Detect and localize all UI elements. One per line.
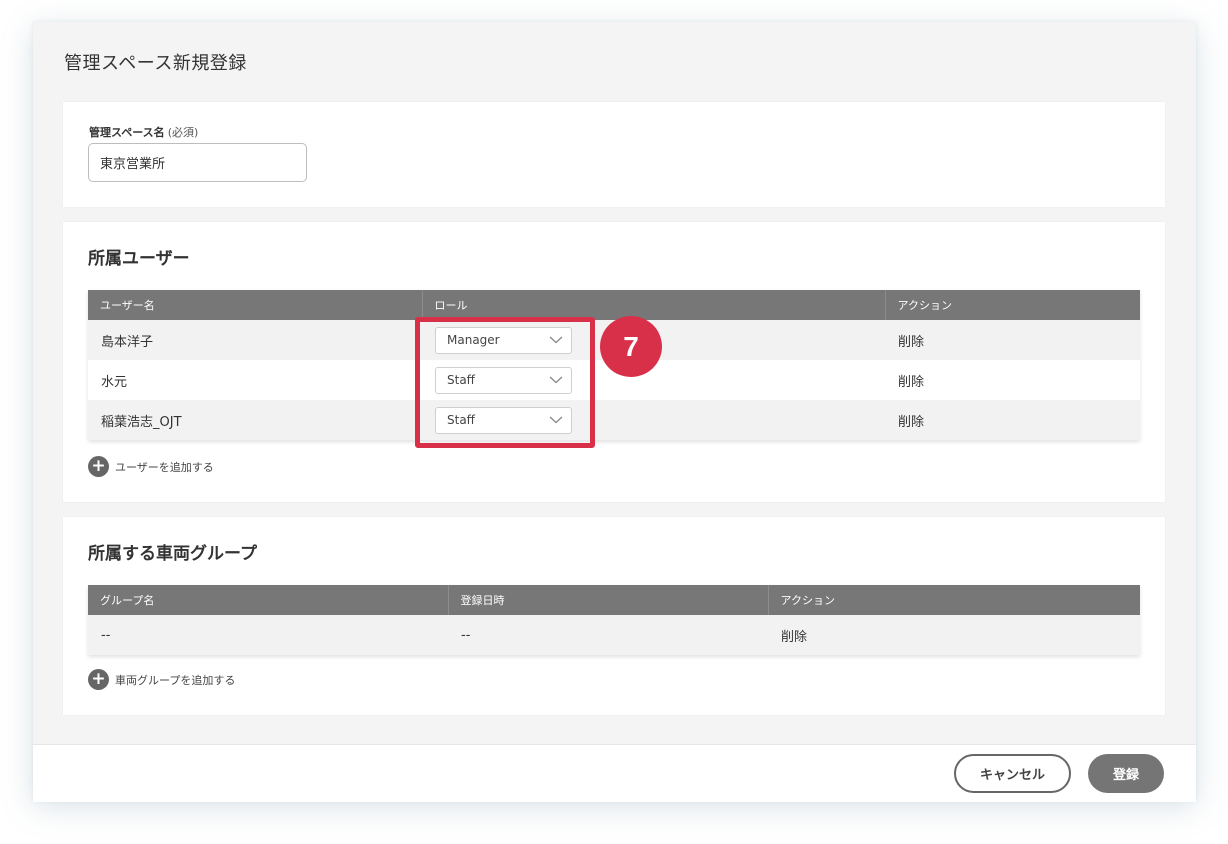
page-title: 管理スペース新規登録: [64, 53, 247, 74]
add-user-label: ユーザーを追加する: [115, 460, 214, 474]
user-name-cell: 稲葉浩志_OJT: [88, 400, 422, 440]
column-header-registered-at[interactable]: 登録日時: [448, 585, 769, 615]
delete-link[interactable]: 削除: [885, 320, 1140, 360]
space-name-label-text: 管理スペース名: [89, 126, 165, 139]
submit-button[interactable]: 登録: [1088, 754, 1164, 793]
dialog-footer: キャンセル 登録: [33, 744, 1196, 802]
column-header-role[interactable]: ロール: [422, 290, 886, 320]
chevron-down-icon: [549, 376, 563, 384]
chevron-down-icon: [549, 416, 563, 424]
delete-link[interactable]: 削除: [885, 360, 1140, 400]
chevron-down-icon: [549, 336, 563, 344]
step-number-badge: 7: [600, 316, 662, 377]
space-name-input[interactable]: [88, 143, 307, 182]
table-row: -- -- 削除: [88, 615, 1140, 655]
add-vehicle-group-button[interactable]: + 車両グループを追加する: [88, 669, 235, 690]
delete-link[interactable]: 削除: [885, 400, 1140, 440]
column-header-action: アクション: [885, 290, 1140, 320]
users-section-title: 所属ユーザー: [88, 249, 190, 269]
required-note: (必須): [167, 126, 199, 139]
groups-section-title: 所属する車両グループ: [88, 544, 257, 564]
role-cell: Staff: [422, 400, 885, 440]
groups-table-header: グループ名 登録日時 アクション: [88, 585, 1140, 615]
role-select-value: Staff: [447, 373, 475, 387]
group-name-cell: --: [88, 615, 448, 655]
groups-table: グループ名 登録日時 アクション -- -- 削除: [88, 585, 1140, 655]
table-row: 稲葉浩志_OJT Staff 削除: [88, 400, 1140, 440]
role-select-value: Manager: [447, 333, 500, 347]
column-header-action: アクション: [768, 585, 1140, 615]
plus-circle-icon: +: [88, 456, 109, 477]
column-header-group-name[interactable]: グループ名: [88, 585, 449, 615]
user-name-cell: 水元: [88, 360, 422, 400]
user-name-cell: 島本洋子: [88, 320, 422, 360]
users-table-header: ユーザー名 ロール アクション: [88, 290, 1140, 320]
add-vehicle-group-label: 車両グループを追加する: [115, 673, 236, 687]
role-select[interactable]: Staff: [435, 406, 572, 434]
role-select[interactable]: Manager: [435, 326, 572, 354]
role-select[interactable]: Staff: [435, 366, 572, 394]
registered-at-cell: --: [448, 615, 768, 655]
role-select-value: Staff: [447, 413, 475, 427]
space-name-label: 管理スペース名 (必須): [89, 124, 198, 140]
dialog-window: 管理スペース新規登録 管理スペース名(必須) 所属ユーザー ユーザー名 ロール …: [33, 22, 1196, 802]
column-header-user-name[interactable]: ユーザー名: [88, 290, 423, 320]
vehicle-groups-card: 所属する車両グループ グループ名 登録日時 アクション -- -- 削除 + 車…: [63, 517, 1165, 715]
space-name-card: 管理スペース名 (必須): [63, 102, 1165, 207]
add-user-button[interactable]: + ユーザーを追加する: [88, 456, 214, 477]
delete-link: 削除: [768, 615, 1140, 655]
cancel-button[interactable]: キャンセル: [954, 754, 1071, 793]
plus-circle-icon: +: [88, 669, 109, 690]
